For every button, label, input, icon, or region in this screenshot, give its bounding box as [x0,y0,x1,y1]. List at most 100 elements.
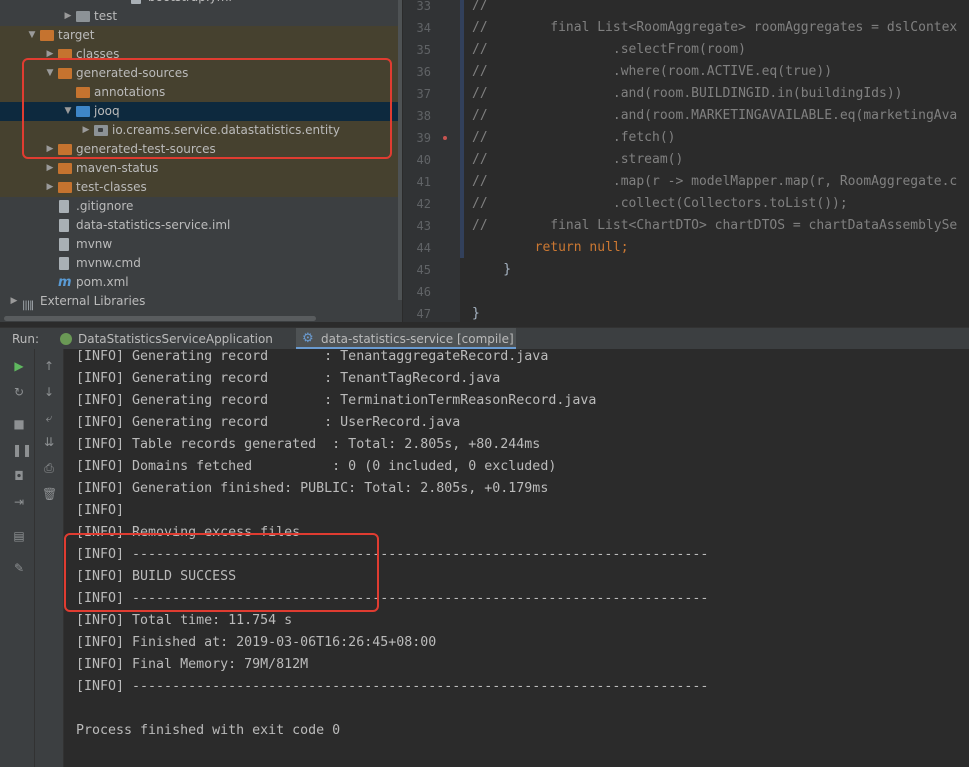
console-line: [INFO] Generating record : Tenantaggrega… [76,349,549,364]
library-icon: |||‖ [22,300,34,311]
tree-item-label: test [94,9,118,23]
folder-icon [76,106,90,117]
tree-item[interactable]: .gitignore [0,197,402,216]
code-line: } [472,306,480,321]
tree-item[interactable]: ▶ classes [0,45,402,64]
folder-icon [58,49,72,60]
line-number: 38 [416,109,431,123]
file-icon [59,219,69,232]
console-line: [INFO] ---------------------------------… [76,679,709,694]
pause-icon[interactable]: ❚❚ [12,443,32,457]
folder-icon [58,144,72,155]
console-line: [INFO] Table records generated : Total: … [76,437,541,452]
tree-item[interactable]: mvnw [0,235,402,254]
line-number: 34 [416,21,431,35]
code-line: // .where(room.ACTIVE.eq(true)) [472,64,833,79]
tree-item-label: pom.xml [76,275,129,289]
layout-icon[interactable]: ▤ [12,529,26,543]
line-number: 39 [416,131,431,145]
code-line: // .stream() [472,152,684,167]
tree-item-label: bootstrap.yml [148,0,232,7]
code-line: // .map(r -> modelMapper.map(r, RoomAggr… [472,174,958,189]
run-tab-application[interactable]: DataStatisticsServiceApplication [58,328,294,350]
tree-item[interactable]: ▼ target [0,26,402,45]
tree-item[interactable]: m pom.xml [0,273,402,292]
chevron-down-icon[interactable]: ▼ [26,26,38,45]
console-line: [INFO] Generating record : TenantTagReco… [76,371,501,386]
chevron-right-icon[interactable]: ▶ [44,178,56,197]
build-success-line: [INFO] BUILD SUCCESS [76,569,237,584]
up-arrow-icon[interactable]: ↑ [42,359,56,373]
run-tab-label: DataStatisticsServiceApplication [78,332,273,346]
tree-item[interactable]: ▶ test-classes [0,178,402,197]
code-editor[interactable]: // // final List<RoomAggregate> roomAggre… [460,0,969,322]
console-line: [INFO] Final Memory: 79M/812M [76,657,309,672]
chevron-right-icon[interactable]: ▶ [44,140,56,159]
soft-wrap-icon[interactable]: ⤶ [42,411,56,425]
tree-item[interactable]: mvnw.cmd [0,254,402,273]
run-tab-label: data-statistics-service [compile] [321,332,514,346]
line-number: 36 [416,65,431,79]
code-line: // [472,0,488,13]
camera-icon[interactable]: ◘ [12,469,26,483]
folder-icon [40,30,54,41]
pin-icon[interactable]: ✎ [12,561,26,575]
line-number: 44 [416,241,431,255]
tree-item-label: generated-test-sources [76,142,216,156]
console-output[interactable]: [INFO] Generating record : Tenantaggrega… [64,349,969,767]
scroll-to-end-icon[interactable]: ⇊ [42,435,56,449]
code-line: // .and(room.BUILDINGID.in(buildingIds)) [472,86,903,101]
trash-icon[interactable]: 🗑 [42,487,57,501]
file-icon [59,257,69,270]
tree-horizontal-scrollbar[interactable] [4,316,316,321]
chevron-right-icon[interactable]: ▶ [44,159,56,178]
scope-indicator [460,0,464,258]
code-line: return null; [534,240,629,255]
line-number: 47 [416,307,431,321]
tree-item[interactable]: ▼ jooq [0,102,402,121]
exit-icon[interactable]: ⇥ [12,495,26,509]
tree-item-label: target [58,28,95,42]
run-tab-compile[interactable]: ⚙ data-statistics-service [compile] [296,328,516,350]
folder-icon [58,163,72,174]
rerun-icon[interactable]: ▶ [12,359,26,373]
chevron-right-icon[interactable]: ▶ [62,7,74,26]
rerun-failed-icon[interactable]: ↻ [12,385,26,399]
tree-item[interactable]: ▼ generated-sources [0,64,402,83]
chevron-down-icon[interactable]: ▼ [44,64,56,83]
folder-icon [76,11,90,22]
breakpoint-marker[interactable] [443,136,447,140]
tree-item[interactable]: bootstrap.yml [0,0,402,7]
package-icon [94,125,108,136]
tree-item[interactable]: ▶ generated-test-sources [0,140,402,159]
console-line: [INFO] Domains fetched : 0 (0 included, … [76,459,557,474]
chevron-right-icon[interactable]: ▶ [8,292,20,311]
console-line: [INFO] ---------------------------------… [76,591,709,606]
tree-item-label: io.creams.service.datastatistics.entity [112,123,341,137]
tree-item-label: maven-status [76,161,159,175]
line-number: 35 [416,43,431,57]
code-line: // .collect(Collectors.toList()); [472,196,848,211]
tree-item[interactable]: ▶ |||‖ External Libraries [0,292,402,311]
gear-icon: ⚙ [302,331,314,346]
console-line: [INFO] Generating record : UserRecord.ja… [76,415,461,430]
tree-item[interactable]: ▶ maven-status [0,159,402,178]
run-toolbar-primary: ▶ ↻ ■ ❚❚ ◘ ⇥ ▤ ✎ [0,349,35,767]
tree-item[interactable]: data-statistics-service.iml [0,216,402,235]
console-line: [INFO] Total time: 11.754 s [76,613,293,628]
tree-item[interactable]: ▶ test [0,7,402,26]
console-line: [INFO] Generating record : TerminationTe… [76,393,597,408]
chevron-right-icon[interactable]: ▶ [44,45,56,64]
chevron-right-icon[interactable]: ▶ [80,121,92,140]
down-arrow-icon[interactable]: ↓ [42,385,56,399]
print-icon[interactable]: ⎙ [42,461,56,475]
maven-icon: m [58,275,72,290]
folder-icon [76,87,90,98]
code-line: // .and(room.MARKETINGAVAILABLE.eq(marke… [472,108,958,123]
tree-item[interactable]: ▶ io.creams.service.datastatistics.entity [0,121,402,140]
tree-item-label: test-classes [76,180,147,194]
tree-item[interactable]: annotations [0,83,402,102]
tree-item-label: mvnw.cmd [76,256,141,270]
stop-icon[interactable]: ■ [12,417,26,431]
chevron-down-icon[interactable]: ▼ [62,102,74,121]
